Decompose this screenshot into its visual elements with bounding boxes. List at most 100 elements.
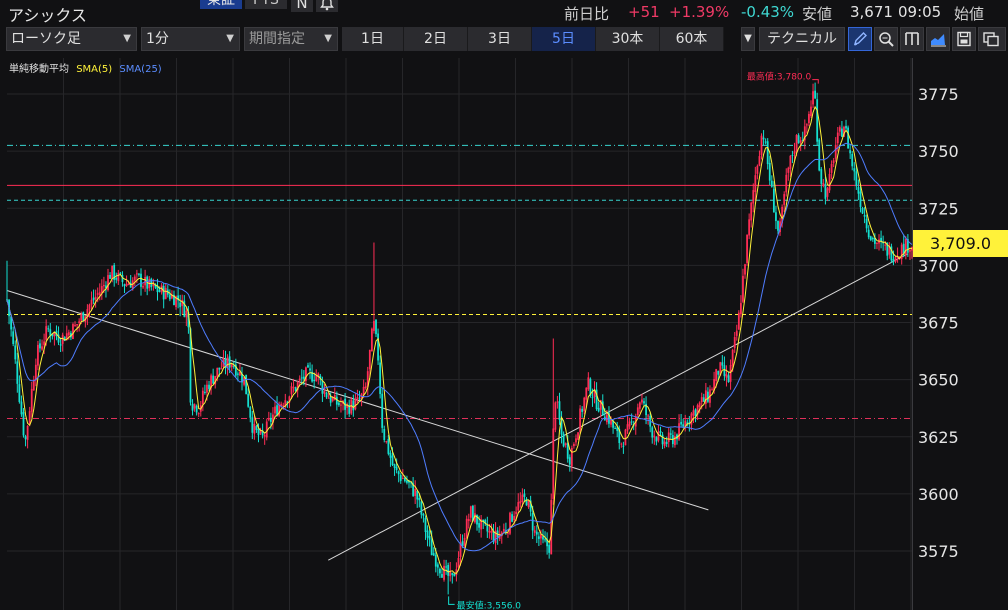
candle-body — [826, 188, 829, 197]
candle-body — [690, 413, 693, 425]
candle-body — [206, 384, 208, 393]
candle-body — [816, 99, 819, 142]
candle-body — [414, 488, 417, 496]
period-more-button[interactable]: ▼ — [741, 27, 755, 51]
open-label: 始値 — [954, 5, 985, 23]
candle-body — [164, 287, 167, 299]
candle-body — [867, 229, 870, 238]
candle-body — [556, 401, 559, 403]
candle-body — [434, 555, 437, 567]
candle-body — [667, 432, 670, 443]
candle-body — [102, 284, 105, 287]
magnifier-icon — [879, 32, 894, 47]
candle-body — [762, 137, 765, 140]
candle-body — [630, 421, 633, 423]
candle-body — [770, 180, 773, 187]
candle-body — [537, 536, 540, 539]
candle-body — [269, 417, 272, 422]
candle-body — [379, 362, 382, 394]
candle-body — [682, 424, 685, 427]
candle-body — [28, 411, 31, 425]
candle-body — [585, 387, 588, 400]
candle-body — [783, 194, 786, 205]
candle-body — [352, 400, 355, 411]
market-tab-tse[interactable]: 東証 — [200, 0, 242, 9]
candle-body — [298, 378, 301, 381]
candle-body — [135, 273, 138, 275]
zoom-tool-button[interactable] — [874, 27, 898, 51]
price-chart[interactable]: 3575 3600 3625 3650 3675 3700 3725 3750 3775 最高値:… — [0, 57, 1008, 610]
split-view-button[interactable] — [900, 27, 924, 51]
candle-body — [313, 379, 316, 382]
candle-body — [748, 219, 751, 236]
news-button[interactable]: N — [291, 0, 313, 12]
candle-body — [554, 402, 557, 430]
candle-body — [628, 421, 631, 427]
candle-body — [162, 285, 165, 300]
save-button[interactable] — [952, 27, 976, 51]
alert-bell-button[interactable] — [316, 0, 338, 12]
period-tab-1d[interactable]: 1日 — [342, 27, 404, 51]
chart-type-select[interactable]: ローソク足 ▼ — [6, 27, 137, 51]
candle-body — [370, 328, 373, 352]
candle-body — [67, 332, 70, 336]
candle-body — [381, 393, 384, 428]
candle-body — [564, 443, 567, 445]
candle-body — [847, 127, 849, 149]
candle-body — [754, 175, 757, 192]
technical-button[interactable]: テクニカル — [759, 27, 845, 51]
candle-body — [41, 346, 43, 350]
draw-tool-button[interactable] — [848, 27, 872, 51]
indicator-legend: 単純移動平均 SMA(5) SMA(25) — [9, 60, 166, 75]
candle-body — [517, 502, 520, 511]
candle-body — [579, 408, 581, 433]
y-axis-tick-label: 3575 — [918, 542, 959, 561]
candle-body — [451, 572, 454, 576]
candle-body — [245, 374, 248, 395]
candle-body — [624, 429, 627, 446]
period-tab-2d[interactable]: 2日 — [404, 27, 468, 51]
candle-body — [111, 265, 114, 279]
candle-body — [387, 438, 390, 454]
interval-select[interactable]: 1分 ▼ — [141, 27, 240, 51]
candle-body — [717, 370, 720, 375]
y-axis-tick-label: 3725 — [918, 199, 959, 218]
candle-body — [212, 375, 215, 384]
area-chart-button[interactable] — [926, 27, 950, 51]
candle-body — [812, 91, 814, 105]
candle-body — [855, 171, 858, 187]
candle-body — [300, 377, 303, 379]
candle-body — [884, 244, 887, 246]
candle-body — [109, 274, 111, 279]
price-chart-canvas[interactable]: 3575 3600 3625 3650 3675 3700 3725 3750 3775 最高値:… — [0, 57, 1008, 610]
candle-body — [663, 441, 666, 446]
candle-body — [818, 139, 821, 171]
candle-body — [45, 326, 48, 340]
candle-body — [583, 397, 586, 412]
candle-body — [845, 125, 847, 129]
candle-body — [47, 328, 50, 330]
candle-body — [832, 160, 835, 164]
period-tab-5d[interactable]: 5日 — [532, 27, 596, 51]
period-tab-3d[interactable]: 3日 — [468, 27, 532, 51]
window-copy-button[interactable] — [978, 27, 1006, 51]
candle-body — [830, 163, 833, 173]
candle-body — [509, 512, 511, 534]
candle-body — [133, 276, 136, 281]
period-range-select[interactable]: 期間指定 ▼ — [244, 27, 338, 51]
period-tab-30bars[interactable]: 30本 — [596, 27, 660, 51]
candle-body — [548, 544, 551, 553]
candle-body — [88, 304, 91, 310]
candle-body — [894, 257, 897, 262]
market-tab-pts[interactable]: PTS — [245, 0, 287, 9]
trendline — [328, 253, 908, 561]
candle-body — [125, 283, 128, 286]
candle-body — [90, 299, 93, 305]
candle-body — [76, 324, 78, 326]
period-tab-60bars[interactable]: 60本 — [660, 27, 724, 51]
candle-body — [80, 313, 83, 321]
candle-body — [397, 471, 400, 475]
candle-body — [892, 259, 895, 262]
candle-body — [37, 344, 39, 366]
candle-body — [14, 345, 17, 360]
